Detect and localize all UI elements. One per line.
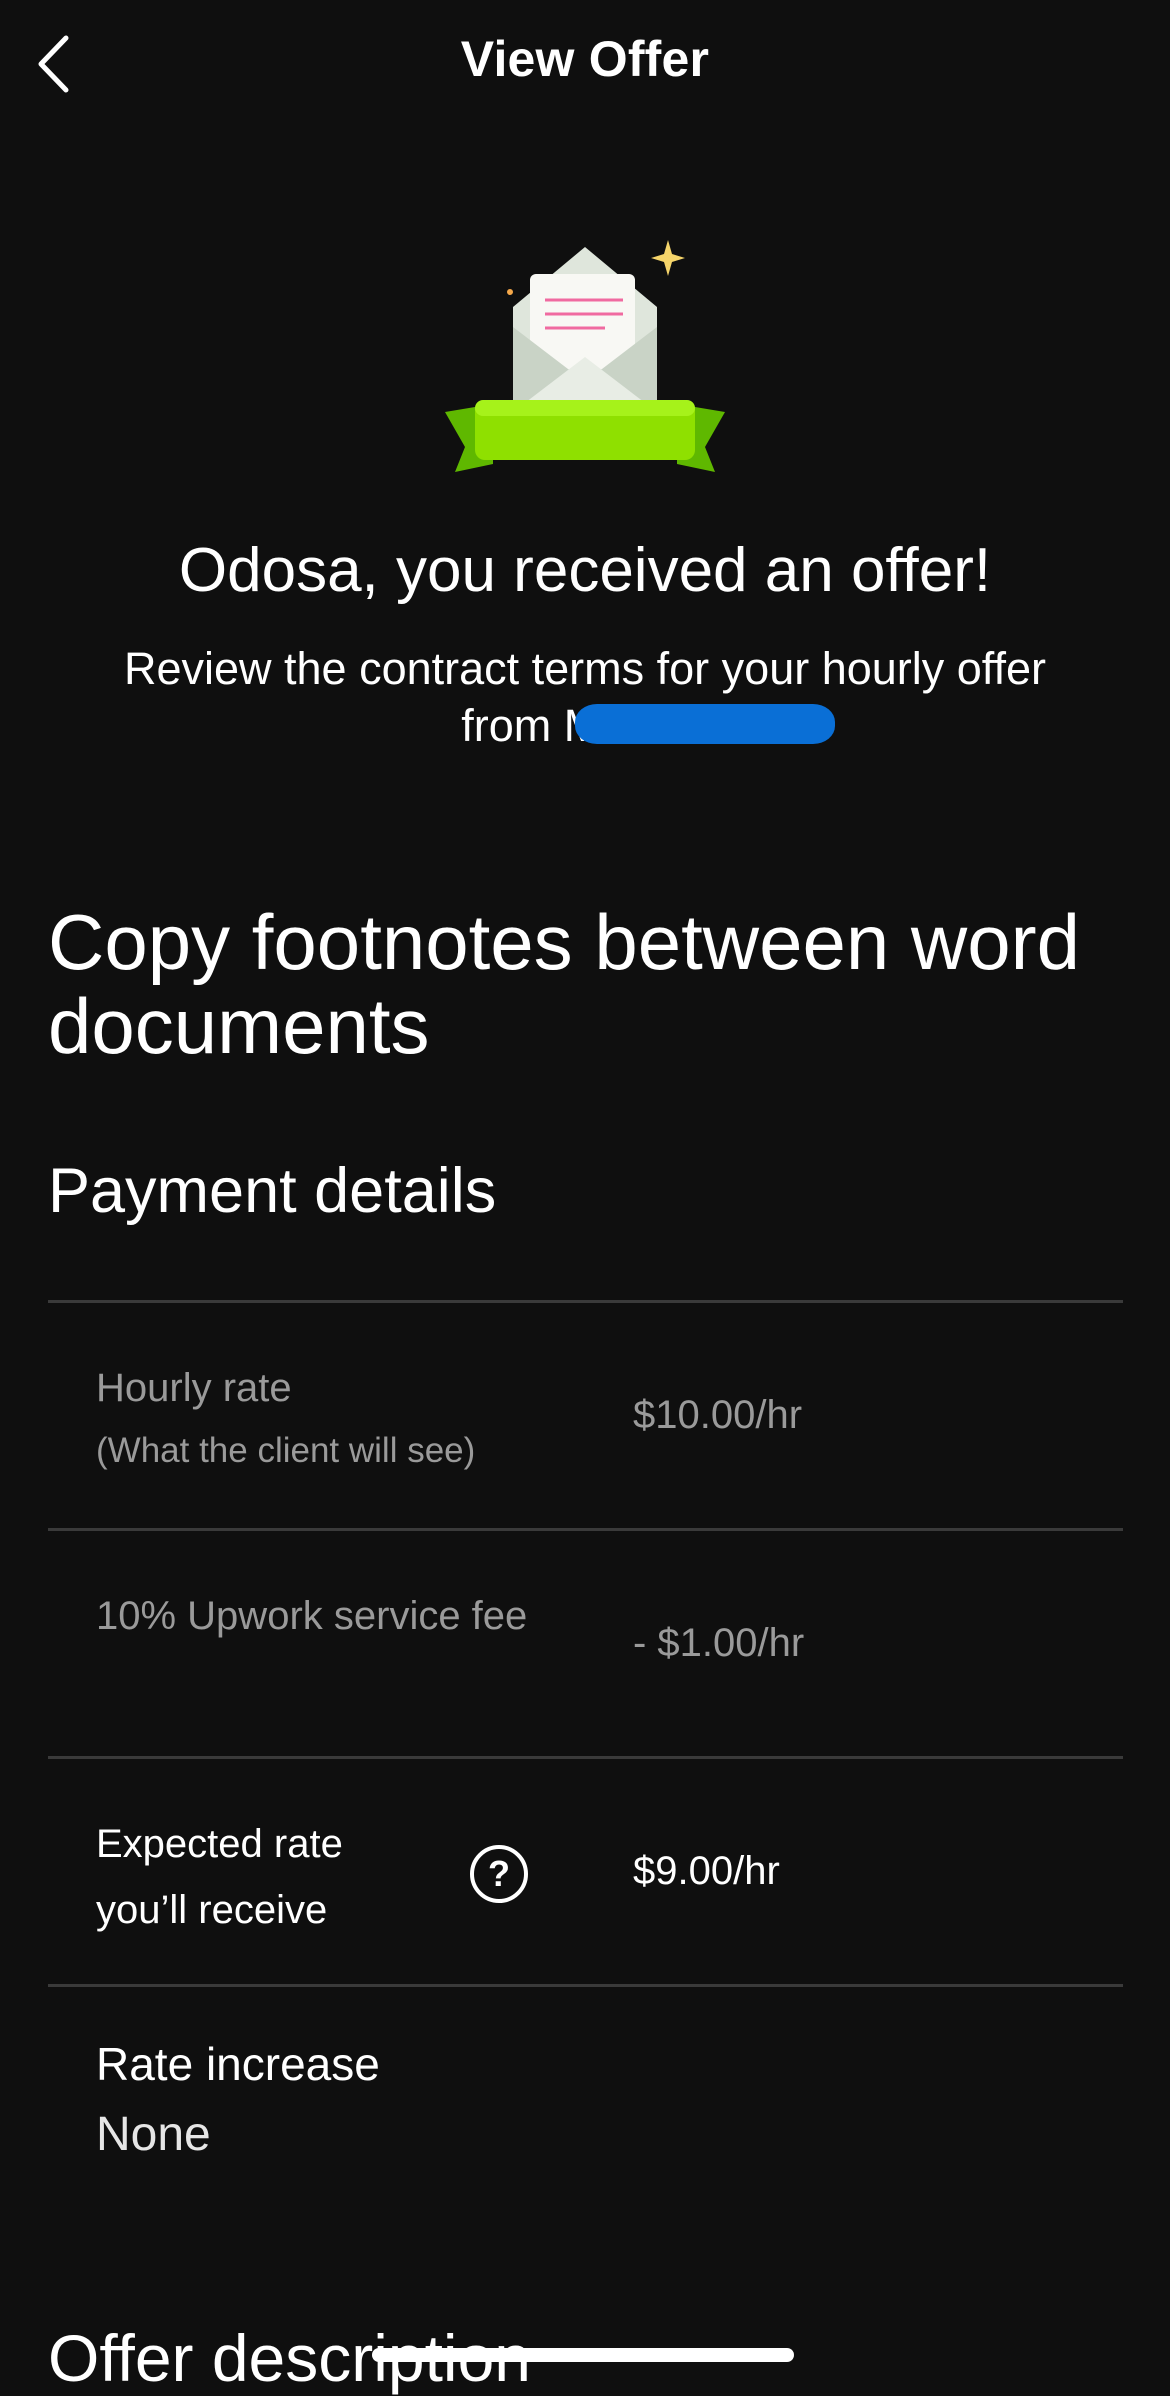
expected-rate-value: $9.00/hr bbox=[633, 1849, 780, 1893]
payment-details-table: Hourly rate (What the client will see) $… bbox=[48, 1300, 1123, 2227]
rate-increase-label: Rate increase bbox=[96, 2038, 380, 2090]
hourly-rate-label-text: Hourly rate bbox=[96, 1366, 292, 1410]
expected-rate-label: Expected rate you’ll receive bbox=[96, 1822, 343, 1932]
offer-headline: Odosa, you received an offer! bbox=[178, 536, 992, 605]
service-fee-row: 10% Upwork service fee - $1.00/hr bbox=[48, 1528, 1123, 1756]
expected-rate-row: Expected rate you’ll receive ? $9.00/hr bbox=[48, 1756, 1123, 1984]
rate-increase-row: Rate increase None bbox=[48, 1984, 1123, 2227]
hourly-rate-row: Hourly rate (What the client will see) $… bbox=[48, 1300, 1123, 1528]
payment-details-heading: Payment details bbox=[48, 1156, 497, 1226]
service-fee-value: - $1.00/hr bbox=[633, 1621, 805, 1665]
service-fee-label: 10% Upwork service fee bbox=[96, 1594, 528, 1638]
rate-increase-value: None bbox=[96, 2108, 211, 2161]
page-title: View Offer bbox=[460, 31, 710, 87]
redaction-mark bbox=[575, 704, 835, 744]
top-bar: View Offer bbox=[0, 0, 1170, 130]
hourly-rate-label: Hourly rate (What the client will see) bbox=[96, 1355, 475, 1481]
hourly-rate-sublabel: (What the client will see) bbox=[96, 1431, 476, 1470]
envelope-ribbon-icon bbox=[445, 240, 725, 472]
question-circle-icon[interactable]: ? bbox=[470, 1845, 528, 1903]
home-indicator[interactable] bbox=[372, 2348, 794, 2362]
job-title: Copy footnotes between word documents bbox=[48, 898, 1080, 1070]
hourly-rate-value: $10.00/hr bbox=[633, 1393, 803, 1437]
